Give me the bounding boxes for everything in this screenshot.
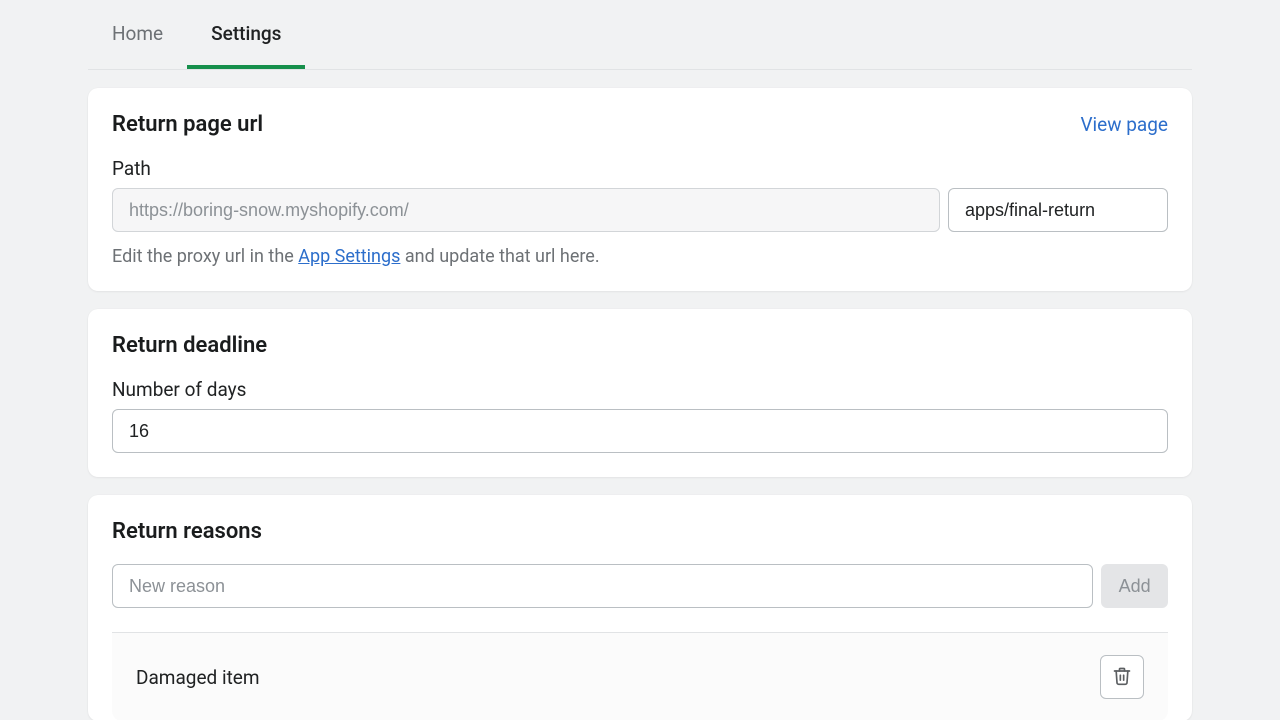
tab-bar: Home Settings [88,0,1192,70]
days-label: Number of days [112,378,1168,401]
base-url-input [112,188,940,232]
deadline-title: Return deadline [112,333,267,358]
view-page-link[interactable]: View page [1080,113,1168,136]
card-return-deadline: Return deadline Number of days [88,309,1192,477]
tab-settings[interactable]: Settings [187,0,305,69]
helper-pre: Edit the proxy url in the [112,246,298,267]
card-return-url: Return page url View page Path Edit the … [88,88,1192,291]
trash-icon [1112,666,1132,689]
reason-list: Damaged item [112,632,1168,720]
proxy-helper: Edit the proxy url in the App Settings a… [112,246,1168,267]
return-url-title: Return page url [112,112,263,137]
add-reason-button[interactable]: Add [1101,564,1168,608]
tab-home[interactable]: Home [88,0,187,69]
card-return-reasons: Return reasons Add Damaged item [88,495,1192,720]
delete-reason-button[interactable] [1100,655,1144,699]
path-label: Path [112,157,1168,180]
days-input[interactable] [112,409,1168,453]
helper-post: and update that url here. [400,246,599,267]
new-reason-input[interactable] [112,564,1093,608]
app-settings-link[interactable]: App Settings [298,246,400,267]
reasons-title: Return reasons [112,519,262,544]
reason-item-text: Damaged item [136,666,260,689]
path-suffix-input[interactable] [948,188,1168,232]
